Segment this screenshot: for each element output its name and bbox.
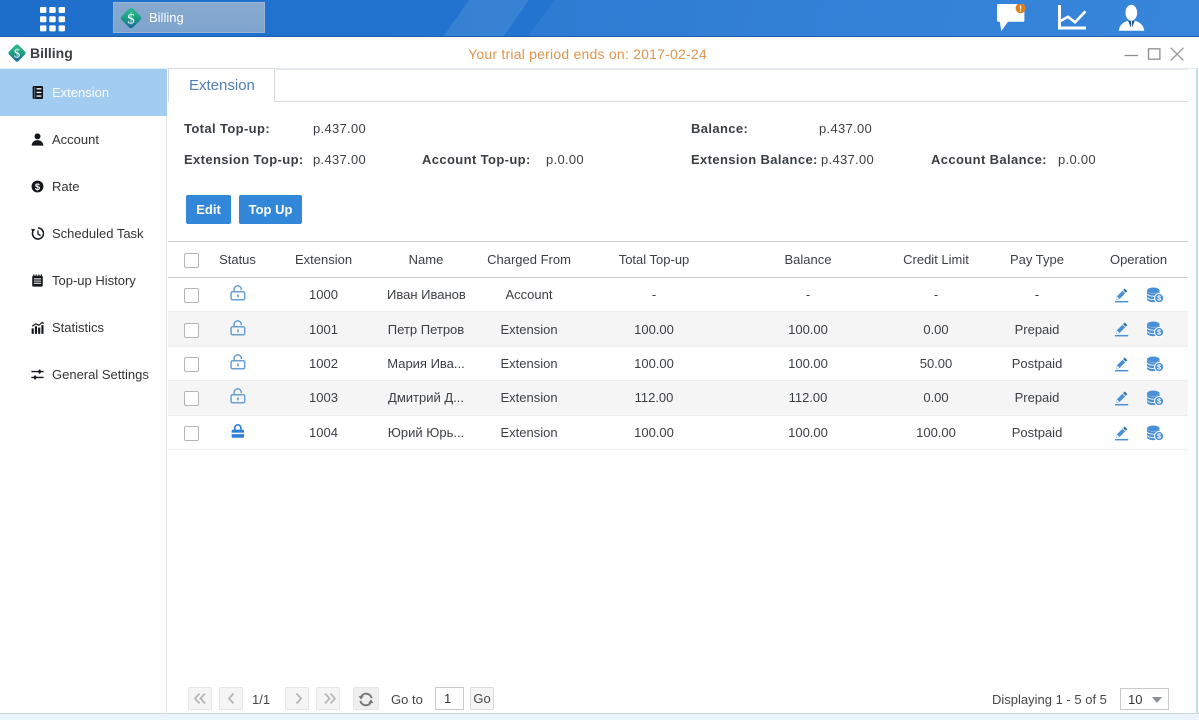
svg-text:!: !	[1019, 4, 1022, 14]
svg-text:$: $	[127, 11, 135, 27]
svg-text:$: $	[35, 182, 41, 192]
